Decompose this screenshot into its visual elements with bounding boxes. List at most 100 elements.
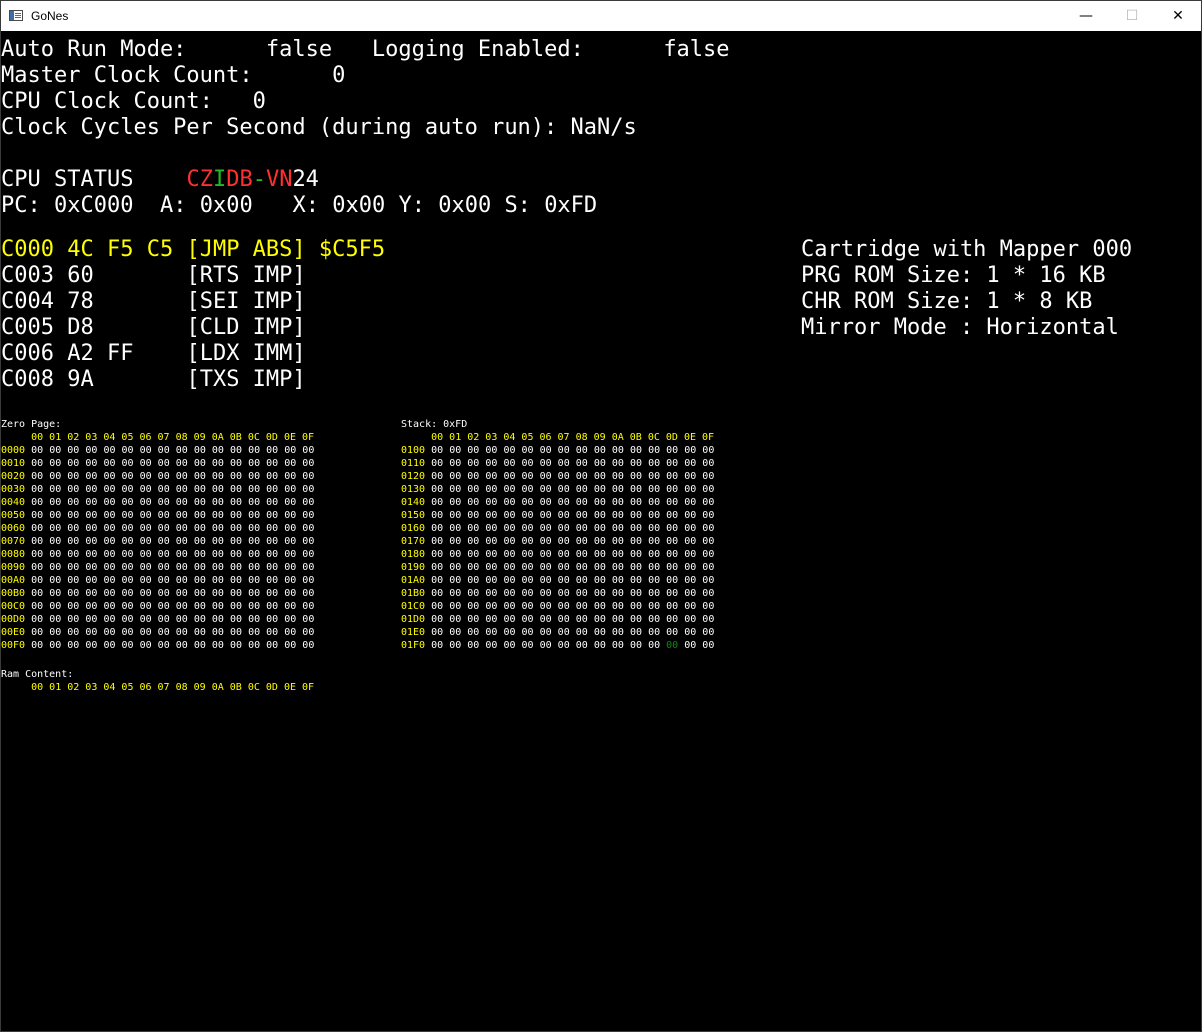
logging-value: false <box>663 37 730 62</box>
memory-byte: 00 <box>139 471 152 482</box>
registers-line: PC: 0xC000 A: 0x00 X: 0x00 Y: 0x00 S: 0x… <box>1 193 597 219</box>
memory-byte: 00 <box>284 627 297 638</box>
memory-byte: 00 <box>85 549 98 560</box>
memory-row-address: 0090 <box>1 562 26 573</box>
memory-byte: 00 <box>175 614 188 625</box>
memory-byte: 00 <box>575 562 588 573</box>
memory-row: 0170 00 00 00 00 00 00 00 00 00 00 00 00… <box>401 535 714 548</box>
memory-byte: 00 <box>67 445 80 456</box>
memory-byte: 00 <box>684 484 697 495</box>
cartridge-line: PRG ROM Size: 1 * 16 KB <box>801 263 1106 288</box>
memory-byte: 00 <box>539 536 552 547</box>
minimize-button[interactable]: — <box>1063 1 1109 31</box>
title-bar[interactable]: GoNes — ☐ ✕ <box>1 1 1201 31</box>
memory-byte: 00 <box>284 640 297 651</box>
memory-byte: 00 <box>139 601 152 612</box>
memory-byte: 00 <box>229 575 243 586</box>
memory-byte: 00 <box>266 627 279 638</box>
memory-byte: 00 <box>175 458 188 469</box>
memory-byte: 00 <box>467 549 480 560</box>
memory-byte: 00 <box>49 575 62 586</box>
memory-byte: 00 <box>666 445 679 456</box>
memory-row: 0060 00 00 00 00 00 00 00 00 00 00 00 00… <box>1 522 314 535</box>
instruction-bytes: 4C F5 C5 <box>67 237 187 262</box>
memory-byte: 00 <box>266 536 279 547</box>
memory-byte: 00 <box>521 523 534 534</box>
memory-row: 0140 00 00 00 00 00 00 00 00 00 00 00 00… <box>401 496 714 509</box>
memory-byte: 00 <box>266 510 279 521</box>
memory-byte: 00 <box>302 640 315 651</box>
memory-byte: 00 <box>85 601 98 612</box>
memory-byte: 00 <box>302 445 315 456</box>
cartridge-line: Cartridge with Mapper 000 <box>801 237 1133 262</box>
memory-byte: 00 <box>521 497 534 508</box>
memory-byte: 00 <box>193 445 206 456</box>
memory-byte: 00 <box>248 575 261 586</box>
memory-byte: 00 <box>485 601 498 612</box>
memory-byte: 00 <box>684 549 697 560</box>
memory-row-address: 00A0 <box>1 575 26 586</box>
memory-byte: 00 <box>593 575 606 586</box>
memory-byte: 00 <box>175 588 188 599</box>
close-button[interactable]: ✕ <box>1155 1 1201 31</box>
memory-byte: 00 <box>139 627 152 638</box>
memory-byte: 00 <box>485 562 498 573</box>
memory-byte: 00 <box>103 523 116 534</box>
memory-byte: 00 <box>211 549 224 560</box>
memory-byte: 00 <box>702 601 715 612</box>
memory-row-address: 0190 <box>401 562 426 573</box>
memory-byte: 00 <box>157 627 170 638</box>
memory-byte: 00 <box>575 484 588 495</box>
memory-byte: 00 <box>467 601 480 612</box>
memory-byte: 00 <box>229 523 243 534</box>
memory-byte: 00 <box>575 614 588 625</box>
memory-byte: 00 <box>121 562 134 573</box>
memory-byte: 00 <box>248 523 261 534</box>
memory-byte: 00 <box>31 549 44 560</box>
memory-byte: 00 <box>67 510 80 521</box>
memory-byte: 00 <box>485 614 498 625</box>
memory-byte: 00 <box>31 497 44 508</box>
current-instruction: C000 4C F5 C5 [JMP ABS] $C5F5 <box>1 237 385 263</box>
memory-byte: 00 <box>702 562 715 573</box>
memory-byte: 00 <box>103 497 116 508</box>
memory-byte: 00 <box>648 484 661 495</box>
memory-byte: 00 <box>593 640 606 651</box>
memory-byte: 00 <box>284 484 297 495</box>
instruction-operand: $C5F5 <box>318 237 386 262</box>
maximize-button[interactable]: ☐ <box>1109 1 1155 31</box>
memory-byte: 00 <box>485 497 498 508</box>
memory-byte: 00 <box>485 471 498 482</box>
memory-byte: 00 <box>702 458 715 469</box>
memory-byte: 00 <box>467 445 480 456</box>
memory-byte: 00 <box>193 458 206 469</box>
memory-byte: 00 <box>702 549 715 560</box>
memory-byte: 00 <box>193 536 206 547</box>
memory-row-address: 01E0 <box>401 627 426 638</box>
memory-byte: 00 <box>211 471 224 482</box>
memory-byte: 00 <box>539 549 552 560</box>
memory-byte: 00 <box>666 562 679 573</box>
memory-byte: 00 <box>193 588 206 599</box>
memory-byte: 00 <box>593 445 606 456</box>
memory-byte: 00 <box>31 640 44 651</box>
memory-byte: 00 <box>211 458 224 469</box>
memory-byte: 00 <box>193 575 206 586</box>
memory-byte: 00 <box>521 627 534 638</box>
memory-byte: 00 <box>266 640 279 651</box>
memory-byte: 00 <box>611 640 624 651</box>
memory-byte: 00 <box>684 497 697 508</box>
memory-byte: 00 <box>449 484 462 495</box>
memory-byte: 00 <box>431 523 444 534</box>
memory-row: 0090 00 00 00 00 00 00 00 00 00 00 00 00… <box>1 561 314 574</box>
memory-byte: 00 <box>431 575 444 586</box>
memory-byte: 00 <box>485 484 498 495</box>
memory-row: 00D0 00 00 00 00 00 00 00 00 00 00 00 00… <box>1 613 314 626</box>
memory-byte: 00 <box>557 458 570 469</box>
memory-byte: 00 <box>431 601 444 612</box>
memory-row: 0130 00 00 00 00 00 00 00 00 00 00 00 00… <box>401 483 714 496</box>
memory-byte: 00 <box>211 562 224 573</box>
memory-byte: 00 <box>157 640 170 651</box>
memory-byte: 00 <box>31 523 44 534</box>
memory-byte: 00 <box>211 627 224 638</box>
